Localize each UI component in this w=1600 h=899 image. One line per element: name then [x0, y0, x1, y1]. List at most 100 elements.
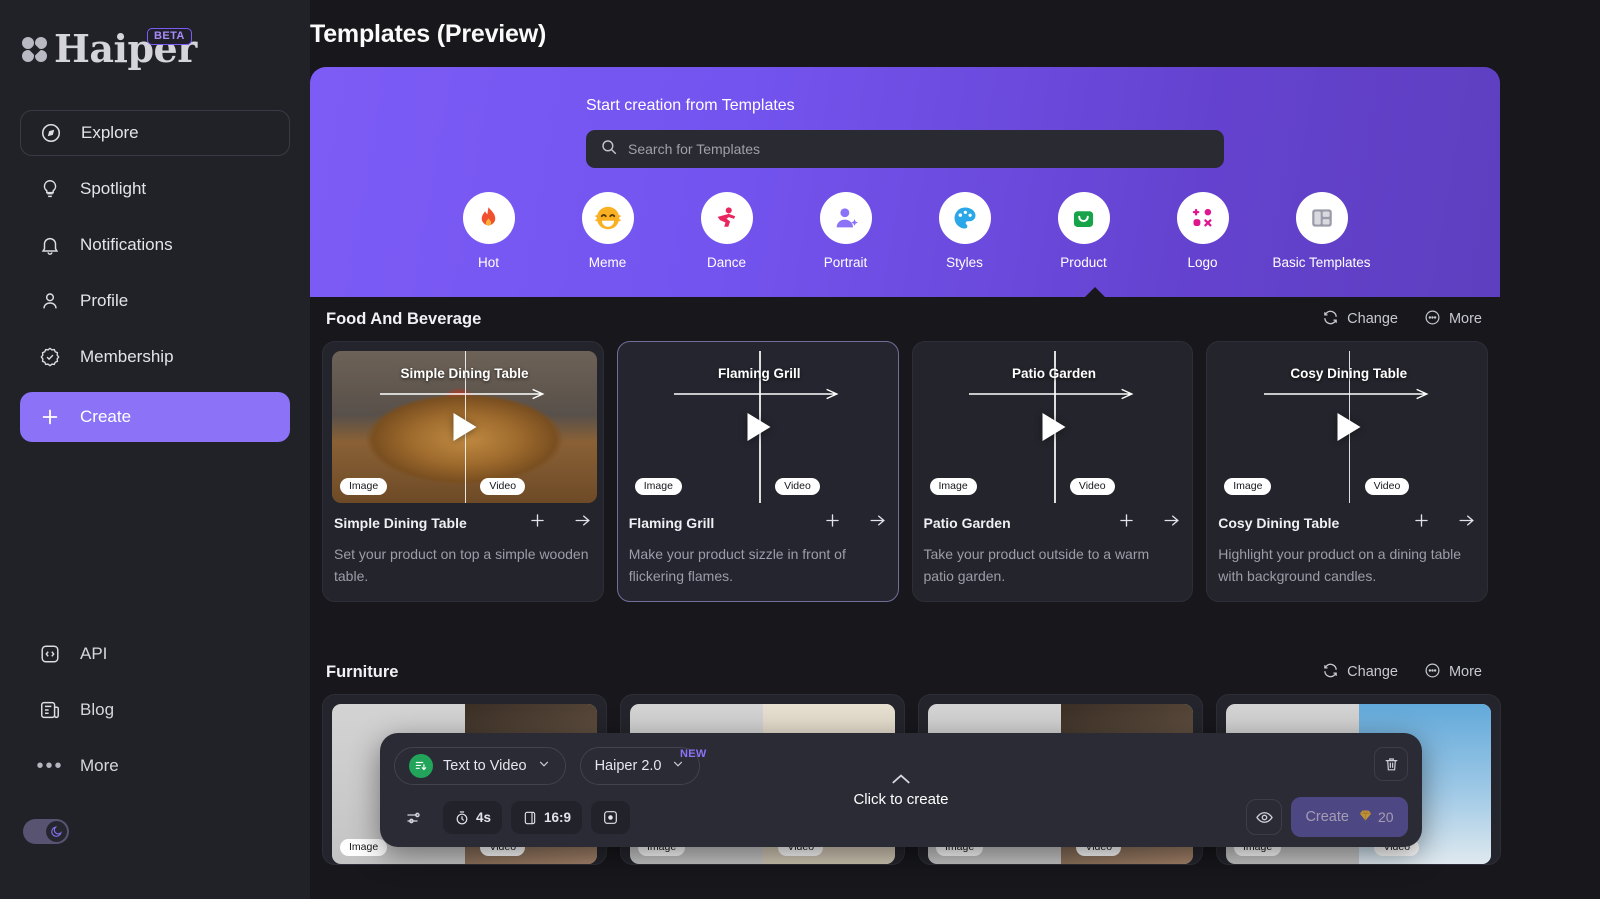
delete-button[interactable] [1374, 747, 1408, 781]
sidebar-item-label: Blog [80, 700, 115, 719]
template-thumbnail[interactable]: Patio Garden Image Video [922, 351, 1187, 503]
more-label: More [1448, 664, 1482, 680]
category-label: Hot [477, 255, 499, 270]
preview-button[interactable] [1246, 799, 1282, 835]
use-template-arrow-button[interactable] [573, 511, 592, 535]
use-template-arrow-button[interactable] [1457, 511, 1476, 535]
category-portrait[interactable]: Portrait [786, 192, 905, 270]
play-button[interactable] [747, 413, 771, 441]
image-tag: Image [340, 478, 388, 495]
category-meme[interactable]: Meme [548, 192, 667, 270]
category-label: Meme [588, 255, 627, 270]
change-label: Change [1347, 664, 1398, 680]
aspect-ratio-button[interactable]: 16:9 [511, 801, 583, 834]
beta-badge: BETA [147, 28, 192, 45]
sidebar-item-label: API [80, 644, 108, 663]
mode-selector[interactable]: Text to Video [394, 747, 566, 785]
template-card[interactable]: Simple Dining Table Image Video Simple D… [322, 341, 604, 602]
user-icon [38, 289, 62, 313]
toolbar-create-button[interactable]: Create 20 [1291, 797, 1408, 837]
category-styles[interactable]: Styles [905, 192, 1024, 270]
category-product[interactable]: Product [1024, 192, 1143, 270]
banner-title: Start creation from Templates [586, 97, 795, 114]
flame-icon [462, 192, 515, 244]
click-to-create-label: Click to create [853, 791, 949, 808]
app-root: Haiper BETA Explore Spotlight Notificati… [0, 0, 1600, 899]
template-thumbnail[interactable]: Cosy Dining Table Image Video [1216, 351, 1481, 503]
category-logo[interactable]: Logo [1143, 192, 1262, 270]
sidebar-item-api[interactable]: API [20, 631, 290, 677]
sidebar-item-blog[interactable]: Blog [20, 687, 290, 733]
add-template-button[interactable] [1117, 511, 1136, 535]
template-card[interactable]: Cosy Dining Table Image Video Cosy Dinin… [1206, 341, 1488, 602]
use-template-arrow-button[interactable] [868, 511, 887, 535]
create-button[interactable]: Create [20, 392, 290, 442]
template-thumbnail[interactable]: Flaming Grill Image Video [627, 351, 892, 503]
settings-button[interactable] [394, 801, 434, 834]
play-button[interactable] [1337, 413, 1361, 441]
more-label: More [1448, 311, 1482, 327]
toolbar-create-label: Create [1305, 809, 1349, 825]
portrait-icon [819, 192, 872, 244]
use-template-arrow-button[interactable] [1162, 511, 1181, 535]
play-button[interactable] [453, 413, 476, 441]
dancing-person-icon [700, 192, 753, 244]
category-hot[interactable]: Hot [429, 192, 548, 270]
badge-check-icon [38, 345, 62, 369]
thumbnail-title: Patio Garden [1011, 366, 1097, 381]
change-button[interactable]: Change [1322, 309, 1398, 330]
category-label: Logo [1187, 255, 1218, 270]
plus-icon [38, 405, 62, 429]
template-card[interactable]: Flaming Grill Image Video Flaming Grill [616, 341, 899, 602]
refresh-icon [1322, 662, 1339, 683]
chevron-up-icon [892, 774, 910, 784]
sidebar-item-label: More [80, 756, 119, 775]
category-basic-templates[interactable]: Basic Templates [1262, 192, 1381, 270]
add-template-button[interactable] [823, 511, 842, 535]
template-card[interactable]: Patio Garden Image Video Patio Garden Ta… [911, 341, 1194, 602]
image-tag: Image [1224, 478, 1272, 495]
video-tag: Video [480, 478, 526, 495]
frame-button[interactable] [591, 801, 631, 834]
more-button[interactable]: More [1424, 309, 1482, 330]
add-template-button[interactable] [1412, 511, 1431, 535]
new-badge: NEW [680, 748, 707, 760]
code-icon [38, 642, 62, 666]
theme-toggle[interactable] [23, 819, 69, 844]
model-label: Haiper 2.0 [594, 758, 662, 774]
duration-button[interactable]: 4s [443, 801, 503, 834]
add-template-button[interactable] [528, 511, 547, 535]
category-label: Product [1060, 255, 1107, 270]
ellipsis-icon: ••• [36, 755, 64, 777]
template-description: Make your product sizzle in front of fli… [628, 546, 846, 584]
template-title: Cosy Dining Table [1218, 515, 1340, 531]
template-thumbnail[interactable]: Simple Dining Table Image Video [332, 351, 597, 503]
category-label: Portrait [823, 255, 868, 270]
sidebar-item-profile[interactable]: Profile [20, 278, 290, 324]
sidebar-item-membership[interactable]: Membership [20, 334, 290, 380]
play-button[interactable] [1042, 413, 1066, 441]
page-title: Templates (Preview) [310, 20, 547, 48]
section-header: Furniture Change More [310, 650, 1500, 694]
comparison-arrow-icon [380, 387, 550, 401]
sidebar-item-notifications[interactable]: Notifications [20, 222, 290, 268]
create-button-label: Create [80, 407, 132, 426]
sidebar-item-spotlight[interactable]: Spotlight [20, 166, 290, 212]
category-dance[interactable]: Dance [667, 192, 786, 270]
duration-label: 4s [476, 810, 492, 825]
brand-logo[interactable]: Haiper BETA [0, 0, 310, 80]
newspaper-icon [38, 698, 62, 722]
sidebar-item-explore[interactable]: Explore [20, 110, 290, 156]
text-to-video-icon [409, 754, 433, 778]
change-label: Change [1347, 311, 1398, 327]
category-label: Dance [706, 255, 747, 270]
video-tag: Video [775, 478, 820, 495]
template-description: Highlight your product on a dining table… [1218, 546, 1462, 584]
thumbnail-title: Cosy Dining Table [1290, 366, 1408, 381]
more-circle-icon [1424, 662, 1441, 683]
change-button[interactable]: Change [1322, 662, 1398, 683]
search-input[interactable]: Search for Templates [586, 130, 1224, 168]
sidebar-item-more[interactable]: ••• More [20, 743, 290, 789]
search-icon [600, 138, 618, 161]
more-button[interactable]: More [1424, 662, 1482, 683]
